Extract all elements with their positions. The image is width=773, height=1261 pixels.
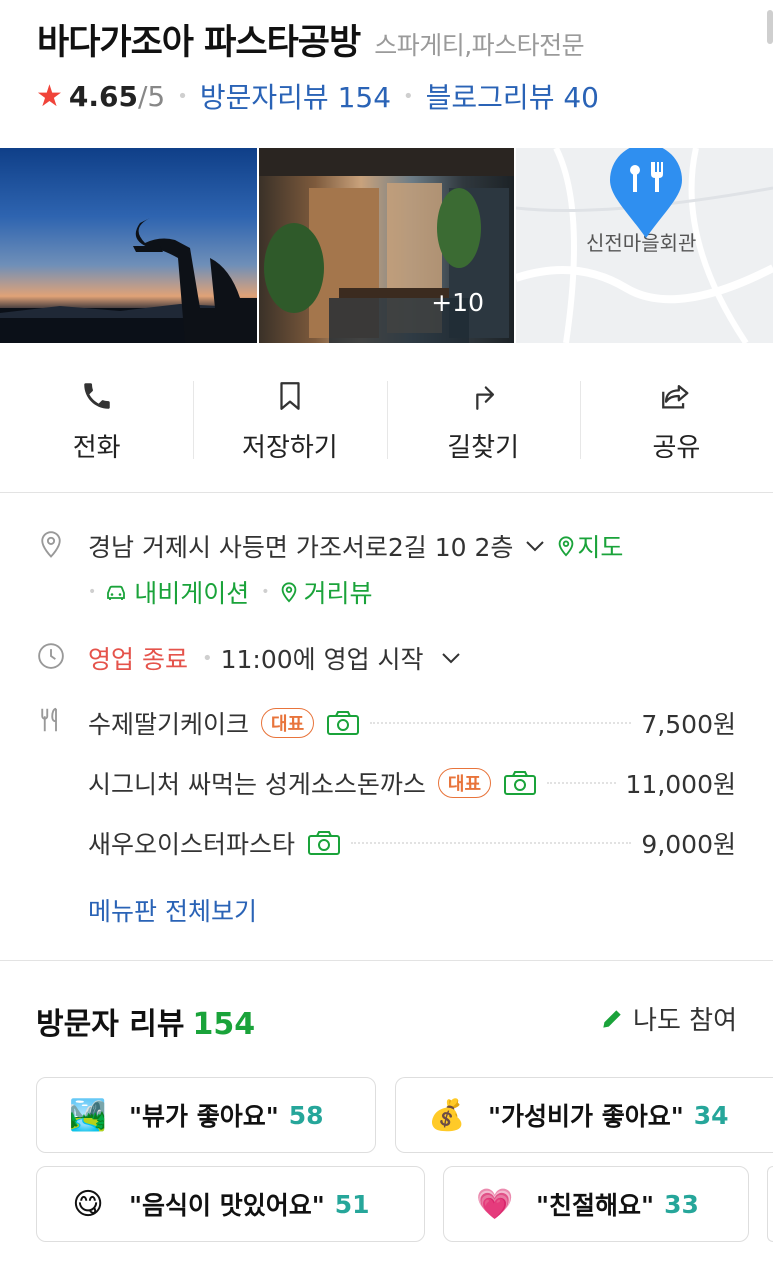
- camera-icon[interactable]: [307, 830, 341, 856]
- visitor-reviews-link[interactable]: 방문자리뷰 154: [200, 76, 391, 116]
- menu-item-name: 새우오이스터파스타: [88, 830, 296, 859]
- review-keyword-chip[interactable]: 🏞️ "뷰가 좋아요" 58: [36, 1077, 376, 1153]
- address-links-row: • 내비게이션 • 거리뷰: [88, 574, 373, 610]
- chevron-down-icon[interactable]: [525, 539, 545, 553]
- photo-interior[interactable]: +10: [259, 148, 514, 343]
- restaurant-pin-icon: [610, 148, 682, 238]
- keyword-label: "친절해요": [536, 1191, 655, 1220]
- directions-button[interactable]: 길찾기: [386, 343, 580, 492]
- keyword-label: "음식이 맛있어요": [129, 1191, 325, 1220]
- phone-icon: [83, 383, 110, 409]
- landscape-emoji-icon: 🏞️: [69, 1097, 107, 1133]
- section-divider: [0, 960, 773, 961]
- menu-item-price: 9,000원: [641, 830, 736, 859]
- camera-icon[interactable]: [326, 710, 360, 736]
- menu-item-name: 시그니처 싸먹는 성게소스돈까스: [88, 770, 426, 799]
- rating-row: ★ 4.65 /5 • 방문자리뷰 154 • 블로그리뷰 40: [36, 76, 599, 116]
- hours-row[interactable]: 영업 종료 • 11:00에 영업 시작: [88, 640, 462, 676]
- navigation-link[interactable]: 내비게이션: [134, 574, 249, 610]
- call-label: 전화: [72, 433, 121, 463]
- directions-label: 길찾기: [447, 433, 519, 463]
- separator-dot: •: [177, 85, 188, 107]
- separator-dot: •: [403, 85, 414, 107]
- heart-emoji-icon: 💗: [476, 1186, 514, 1222]
- menu-item[interactable]: 수제딸기케이크 대표 7,500원: [88, 705, 736, 741]
- reviews-count: 154: [192, 1007, 256, 1042]
- rating-max: /5: [138, 79, 166, 113]
- menu-item[interactable]: 시그니처 싸먹는 성게소스돈까스 대표 11,000원: [88, 765, 736, 801]
- menu-item-price: 7,500원: [641, 710, 736, 739]
- blog-reviews-link[interactable]: 블로그리뷰 40: [426, 76, 599, 116]
- share-icon: [662, 384, 689, 409]
- review-keyword-chip[interactable]: 💗 "친절해요" 33: [443, 1166, 749, 1242]
- rating-value: 4.65: [68, 79, 138, 113]
- reviews-title: 방문자 리뷰: [36, 1007, 185, 1042]
- location-pin-icon: [41, 531, 61, 558]
- scroll-indicator: [767, 10, 773, 44]
- review-keyword-chip[interactable]: 💰 "가성비가 좋아요" 34: [395, 1077, 773, 1153]
- directions-icon: [476, 386, 495, 410]
- place-title: 바다가조아 파스타공방: [37, 23, 361, 63]
- streetview-link[interactable]: 거리뷰: [304, 574, 373, 610]
- menu-item-name: 수제딸기케이크: [88, 710, 250, 739]
- star-icon: ★: [36, 78, 63, 114]
- pencil-icon: [603, 1009, 621, 1028]
- map-link[interactable]: 지도: [577, 528, 623, 564]
- menu-item[interactable]: 새우오이스터파스타 9,000원: [88, 825, 736, 861]
- chevron-down-icon[interactable]: [440, 651, 462, 665]
- dotted-leader: [351, 842, 632, 844]
- separator-dot: •: [261, 584, 270, 600]
- call-button[interactable]: 전화: [0, 343, 193, 492]
- menu-item-price: 11,000원: [625, 770, 736, 799]
- more-photos-count: +10: [431, 288, 484, 317]
- camera-icon[interactable]: [503, 770, 537, 796]
- car-icon: [107, 585, 126, 600]
- separator-dot: •: [88, 584, 97, 600]
- streetview-pin-icon: [281, 582, 296, 603]
- dotted-leader: [547, 782, 616, 784]
- address-row: 경남 거제시 사등면 가조서로2길 10 2층 지도: [88, 528, 623, 564]
- hours-next: 11:00에 영업 시작: [220, 645, 424, 674]
- save-label: 저장하기: [242, 433, 338, 463]
- money-emoji-icon: 💰: [428, 1097, 466, 1133]
- map-pin-green-icon: [559, 536, 574, 557]
- signature-badge: 대표: [437, 768, 492, 798]
- keyword-count: 33: [664, 1189, 699, 1219]
- photo-strip: +10 신전마을회관: [0, 148, 773, 343]
- hours-status: 영업 종료: [88, 645, 188, 674]
- share-label: 공유: [652, 433, 701, 463]
- photo-sunset[interactable]: [0, 148, 257, 343]
- keyword-count: 51: [334, 1189, 370, 1219]
- share-button[interactable]: 공유: [579, 343, 773, 492]
- sunset-sculpture-image: [0, 218, 257, 343]
- utensils-icon: [41, 707, 57, 732]
- action-bar: 전화 저장하기 길찾기 공유: [0, 343, 773, 493]
- separator-dot: •: [201, 647, 213, 669]
- join-review-button[interactable]: 나도 참여: [599, 1000, 737, 1037]
- place-category: 스파게티,파스타전문: [374, 31, 585, 60]
- keyword-count: 58: [288, 1100, 324, 1130]
- visitor-reviews-heading: 방문자 리뷰 154: [36, 999, 255, 1043]
- join-label: 나도 참여: [633, 1006, 737, 1036]
- review-keyword-chip-partial[interactable]: [767, 1166, 773, 1242]
- place-header: 바다가조아 파스타공방 스파게티,파스타전문: [37, 14, 585, 65]
- keyword-label: "가성비가 좋아요": [488, 1102, 684, 1131]
- keyword-count: 34: [693, 1100, 729, 1130]
- yum-emoji-icon: 😋: [72, 1186, 104, 1222]
- review-keyword-chip[interactable]: 😋 "음식이 맛있어요" 51: [36, 1166, 425, 1242]
- dotted-leader: [370, 722, 632, 724]
- bookmark-icon: [280, 382, 300, 410]
- keyword-label: "뷰가 좋아요": [129, 1102, 279, 1131]
- address-text: 경남 거제시 사등면 가조서로2길 10 2층: [88, 533, 514, 562]
- view-full-menu-link[interactable]: 메뉴판 전체보기: [88, 892, 257, 928]
- mini-map[interactable]: 신전마을회관: [516, 148, 773, 343]
- signature-badge: 대표: [261, 708, 315, 738]
- clock-icon: [38, 643, 64, 669]
- save-button[interactable]: 저장하기: [193, 343, 386, 492]
